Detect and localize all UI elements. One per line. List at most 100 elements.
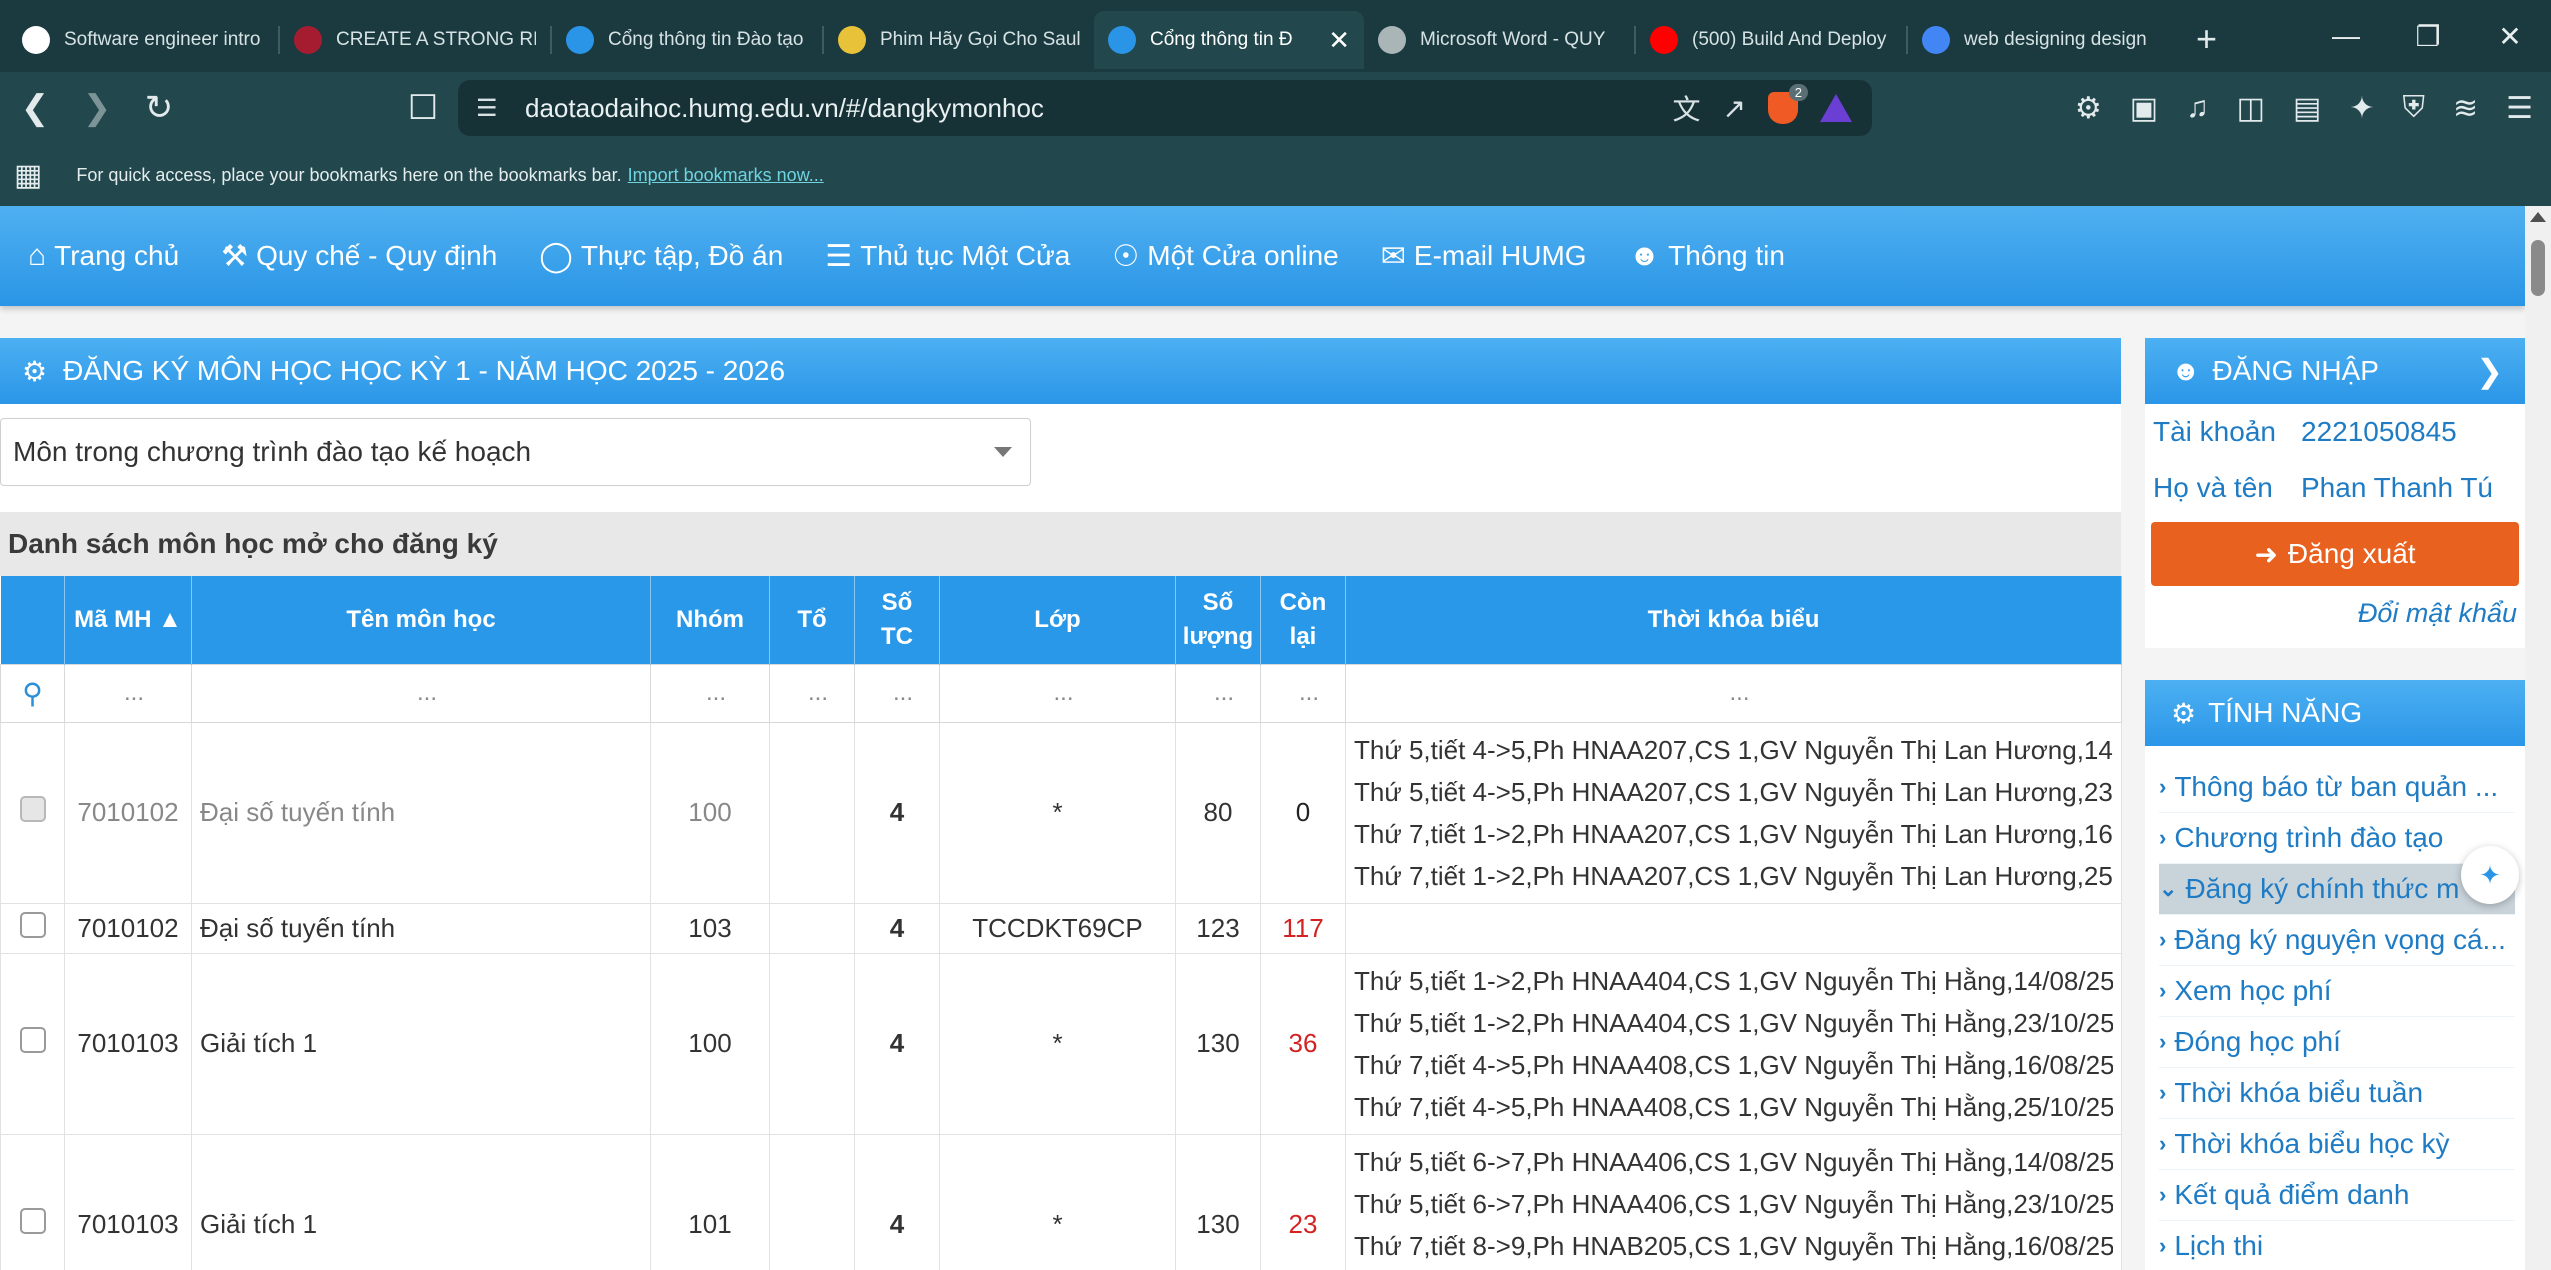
scroll-thumb[interactable] [2531, 240, 2545, 296]
share-icon[interactable]: ↗ [1723, 92, 1746, 125]
col-class-header[interactable]: Lớp [939, 576, 1176, 664]
filter-team[interactable]: ... [769, 663, 855, 723]
filter-remain[interactable]: ... [1260, 663, 1346, 723]
schedule-line: Thứ 7,tiết 1->2,Ph HNAA207,CS 1,GV Nguyễ… [1354, 818, 2113, 849]
reload-icon[interactable]: ↻ [132, 81, 186, 135]
login-header[interactable]: ☻ ĐĂNG NHẬP ❯ [2145, 338, 2525, 404]
filter-schedule[interactable]: ... [1345, 663, 2122, 723]
col-remain-label-1: Còn [1279, 589, 1327, 617]
screenshot-icon[interactable]: ▣ [2130, 91, 2158, 126]
course-class: * [939, 952, 1176, 1135]
browser-tab[interactable]: web designing design [1908, 11, 2178, 69]
sidebar-icon[interactable]: ◫ [2237, 91, 2265, 126]
course-type-select[interactable]: Môn trong chương trình đào tạo kế hoạch [0, 418, 1031, 486]
table-row[interactable]: 7010102 Đại số tuyến tính 103 4 TCCDKT69CP 12… [0, 902, 2122, 954]
nav-online[interactable]: ☉ Một Cửa online [1112, 239, 1338, 274]
browser-tab[interactable]: Microsoft Word - QUY [1364, 11, 1634, 69]
tab-close-icon[interactable]: ✕ [1328, 25, 1350, 56]
col-credits-header[interactable]: Số TC [854, 576, 940, 664]
table-row[interactable]: 7010103 Giải tích 1 100 4 * 130 36 Thứ 5,tiết 1… [0, 952, 2122, 1135]
col-code-header[interactable]: Mã MH ▲ [64, 576, 192, 664]
wifi-icon[interactable]: ≋ [2453, 91, 2478, 126]
col-group-header[interactable]: Nhóm [650, 576, 770, 664]
nav-email-label: E-mail HUMG [1413, 240, 1587, 271]
restore-icon[interactable]: ❐ [2387, 0, 2469, 72]
vpn-icon[interactable]: ⛨ [2402, 91, 2425, 125]
schedule-line: Thứ 5,tiết 1->2,Ph HNAA404,CS 1,GV Nguyễ… [1354, 1007, 2113, 1038]
feature-item[interactable]: › Đóng học phí [2159, 1017, 2515, 1068]
col-qty-header[interactable]: Số lượng [1175, 576, 1261, 664]
row-checkbox[interactable] [19, 1208, 46, 1234]
nav-online-label: Một Cửa online [1147, 240, 1339, 271]
assistant-float-icon[interactable]: ✦ [2461, 846, 2519, 904]
page-scrollbar[interactable] [2525, 206, 2551, 1270]
page-title: ĐĂNG KÝ MÔN HỌC HỌC KỲ 1 - NĂM HỌC 2025 … [63, 355, 786, 386]
extensions-icon[interactable]: ⚙ [2075, 91, 2102, 126]
row-checkbox[interactable] [19, 1027, 46, 1053]
tab-title: Cổng thông tin Đào tạo [608, 29, 804, 50]
forward-icon[interactable]: ❯ [70, 81, 124, 135]
filter-name[interactable]: ... [191, 663, 651, 723]
nav-intern[interactable]: ◯ Thực tập, Đồ án [539, 239, 783, 274]
feature-item[interactable]: › Thông báo từ ban quản ... [2159, 762, 2515, 813]
nav-info[interactable]: ☻ Thông tin [1629, 239, 1785, 273]
brave-shields-icon[interactable]: 2 [1768, 84, 1808, 124]
sign-out-icon: ➜ [2254, 538, 2278, 570]
scroll-up-icon[interactable] [2530, 212, 2546, 222]
feature-item[interactable]: › Thời khóa biểu học kỳ [2159, 1119, 2515, 1170]
change-password-link[interactable]: Đổi mật khẩu [2145, 598, 2525, 629]
bookmark-icon[interactable]: ☐ [396, 81, 450, 135]
translate-icon[interactable]: 文 [1673, 88, 1701, 128]
filter-credits[interactable]: ... [854, 663, 940, 723]
address-bar[interactable]: ☰ daotaodaihoc.humg.edu.vn/#/dangkymonho… [458, 80, 1872, 136]
new-tab-icon[interactable]: + [2196, 18, 2217, 60]
back-icon[interactable]: ❮ [8, 81, 62, 135]
browser-tab[interactable]: (500) Build And Deploy [1636, 11, 1906, 69]
close-window-icon[interactable]: ✕ [2469, 0, 2551, 72]
col-remain-header[interactable]: Còn lại [1260, 576, 1346, 664]
browser-tab[interactable]: Software engineer intro [8, 11, 278, 69]
feature-item[interactable]: › Kết quả điểm danh [2159, 1170, 2515, 1221]
filter-group[interactable]: ... [650, 663, 770, 723]
feature-item[interactable]: › Xem học phí [2159, 966, 2515, 1017]
browser-tab[interactable]: Phim Hãy Gọi Cho Saul [824, 11, 1094, 69]
apps-grid-icon[interactable]: ▦ [14, 158, 42, 193]
course-name: Đại số tuyến tính [191, 721, 651, 904]
feature-item[interactable]: › Chương trình đào tạo [2159, 813, 2515, 864]
logout-label: Đăng xuất [2287, 538, 2416, 569]
col-schedule-header[interactable]: Thời khóa biểu [1345, 576, 2122, 664]
browser-tab[interactable]: Cổng thông tin Đ ✕ [1094, 11, 1364, 69]
logout-button[interactable]: ➜ Đăng xuất [2151, 522, 2519, 586]
media-icon[interactable]: ♫ [2186, 91, 2209, 125]
row-checkbox[interactable] [19, 911, 46, 938]
filter-code[interactable]: ... [64, 663, 192, 723]
course-credits: 4 [854, 952, 940, 1135]
row-checkbox[interactable] [19, 796, 46, 822]
nav-email[interactable]: ✉ E-mail HUMG [1381, 239, 1587, 274]
browser-tab[interactable]: Cổng thông tin Đào tạo [552, 11, 822, 69]
browser-tab[interactable]: CREATE A STRONG RES [280, 11, 550, 69]
nav-procedures[interactable]: ☰ Thủ tục Một Cửa [825, 239, 1070, 274]
nav-rules[interactable]: ⚒ Quy chế - Quy định [221, 239, 497, 274]
import-bookmarks-link[interactable]: Import bookmarks now... [628, 165, 824, 186]
wallet-icon[interactable]: ▤ [2293, 91, 2321, 126]
leo-ai-icon[interactable]: ✦ [2349, 91, 2374, 126]
feature-item[interactable]: › Thời khóa biểu tuần [2159, 1068, 2515, 1119]
col-team-header[interactable]: Tổ [769, 576, 855, 664]
site-settings-icon[interactable]: ☰ [476, 94, 498, 123]
col-name-header[interactable]: Tên môn học [191, 576, 651, 664]
feature-item[interactable]: › Lịch thi [2159, 1221, 2515, 1270]
url-text[interactable]: daotaodaihoc.humg.edu.vn/#/dangkymonhoc [525, 93, 1044, 124]
menu-icon[interactable]: ☰ [2506, 91, 2533, 126]
feature-item[interactable]: › Đăng ký nguyện vọng cá... [2159, 915, 2515, 966]
minimize-icon[interactable]: — [2305, 0, 2387, 72]
filter-class[interactable]: ... [939, 663, 1176, 723]
table-row[interactable]: 7010103 Giải tích 1 101 4 * 130 23 Thứ 5,tiết 6… [0, 1133, 2122, 1270]
browser-tab-bar: Software engineer intro CREATE A STRONG R… [0, 0, 2551, 72]
chevron-down-icon: ⌄ [2159, 876, 2178, 901]
nav-home[interactable]: ⌂ Trang chủ [28, 239, 179, 273]
course-list-title: Danh sách môn học mở cho đăng ký [0, 512, 2121, 576]
brave-rewards-icon[interactable] [1820, 94, 1852, 122]
filter-qty[interactable]: ... [1175, 663, 1261, 723]
table-row[interactable]: 7010102 Đại số tuyến tính 100 4 * 80 0 Thứ 5,ti… [0, 721, 2122, 904]
